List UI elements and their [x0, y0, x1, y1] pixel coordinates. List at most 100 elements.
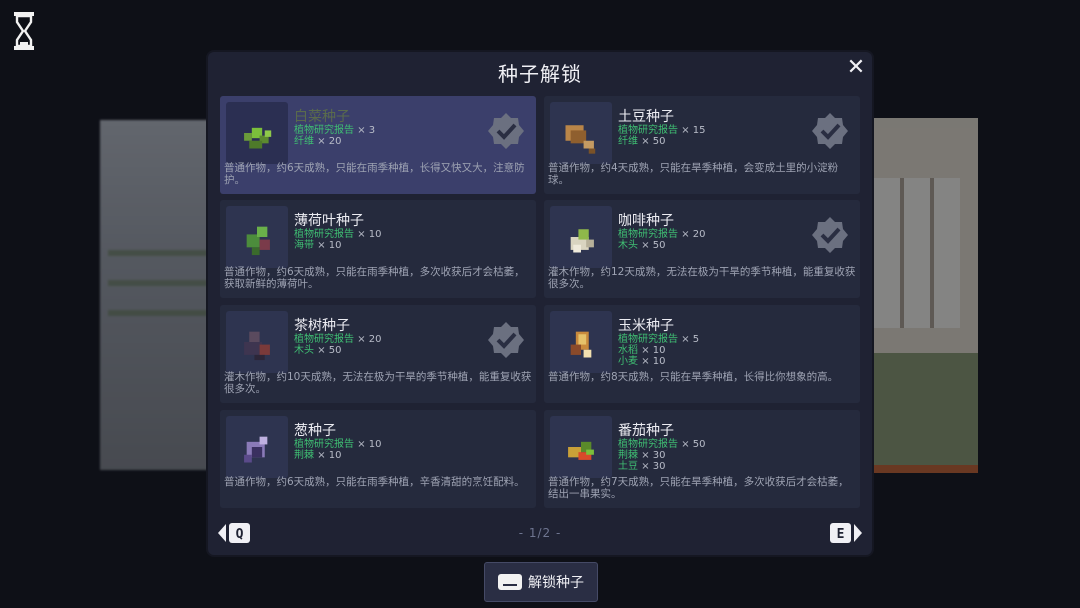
seed-card[interactable]: 薄荷叶种子 植物研究报告 × 10 海带 × 10 普通作物，约6天成熟，只能在雨季种… [220, 200, 536, 298]
requirement-quantity: × 50 [681, 439, 706, 450]
seed-description: 普通作物，约6天成熟，只能在雨季种植，多次收获后才会枯萎，获取新鲜的薄荷叶。 [224, 266, 525, 290]
seed-card[interactable]: 土豆种子 植物研究报告 × 15 纤维 × 50 普通作物，约4天成熟，只能在旱季种植… [544, 96, 860, 194]
requirement-quantity: × 10 [317, 450, 342, 461]
requirement-line: 纤维 × 20 [294, 136, 341, 147]
requirement-line: 植物研究报告 × 20 [294, 334, 381, 345]
scallion-seed-icon [226, 416, 288, 478]
requirement-line: 植物研究报告 × 20 [618, 229, 705, 240]
requirement-line: 植物研究报告 × 15 [618, 125, 705, 136]
requirement-quantity: × 5 [681, 334, 700, 345]
seed-name: 土豆种子 [618, 109, 674, 125]
seed-card[interactable]: 茶树种子 植物研究报告 × 20 木头 × 50 灌木作物，约10天成熟，无法在极为干… [220, 305, 536, 403]
requirement-quantity: × 30 [641, 450, 666, 461]
requirement-line: 植物研究报告 × 3 [294, 125, 375, 136]
requirement-item: 植物研究报告 [618, 229, 678, 240]
requirement-quantity: × 20 [317, 136, 342, 147]
requirement-line: 植物研究报告 × 5 [618, 334, 699, 345]
requirement-item: 荆棘 [618, 450, 638, 461]
requirement-quantity: × 10 [641, 345, 666, 356]
hourglass-icon [14, 12, 34, 50]
requirement-item: 纤维 [618, 136, 638, 147]
seed-description: 灌木作物，约12天成熟，无法在极为干旱的季节种植，能重复收获很多次。 [548, 266, 856, 290]
requirement-line: 植物研究报告 × 50 [618, 439, 705, 450]
requirement-quantity: × 50 [641, 240, 666, 251]
background-scene-right [860, 118, 978, 473]
requirement-line: 海带 × 10 [294, 240, 341, 251]
unlocked-check-icon [812, 217, 848, 253]
requirement-quantity: × 20 [357, 334, 382, 345]
requirement-line: 木头 × 50 [294, 345, 341, 356]
seed-card[interactable]: 咖啡种子 植物研究报告 × 20 木头 × 50 灌木作物，约12天成熟，无法在极为干… [544, 200, 860, 298]
requirement-item: 木头 [618, 240, 638, 251]
seed-card[interactable]: 番茄种子 植物研究报告 × 50 荆棘 × 30 土豆 × 30 普通作物，约7天成熟，… [544, 410, 860, 508]
close-icon[interactable]: ✕ [846, 57, 866, 79]
requirement-item: 土豆 [618, 461, 638, 472]
requirement-quantity: × 15 [681, 125, 706, 136]
seed-name: 葱种子 [294, 423, 336, 439]
requirement-item: 植物研究报告 [618, 334, 678, 345]
requirement-line: 水稻 × 10 [618, 345, 665, 356]
requirement-line: 植物研究报告 × 10 [294, 439, 381, 450]
cabbage-seed-icon [226, 102, 288, 164]
seed-description: 普通作物，约6天成熟，只能在雨季种植，辛香清甜的烹饪配料。 [224, 476, 525, 488]
seed-name: 薄荷叶种子 [294, 213, 364, 229]
next-key-label: E [837, 527, 845, 542]
background-scene-left [100, 120, 225, 470]
requirement-line: 荆棘 × 10 [294, 450, 341, 461]
requirement-line: 土豆 × 30 [618, 461, 665, 472]
requirement-quantity: × 10 [317, 240, 342, 251]
requirement-item: 植物研究报告 [294, 229, 354, 240]
seed-card[interactable]: 玉米种子 植物研究报告 × 5 水稻 × 10 小麦 × 10 普通作物，约8天成熟，只… [544, 305, 860, 403]
unlock-seed-button[interactable]: 解锁种子 [484, 562, 598, 602]
requirement-item: 植物研究报告 [294, 334, 354, 345]
seed-description: 普通作物，约6天成熟，只能在雨季种植，长得又快又大，注意防护。 [224, 162, 525, 186]
page-indicator: - 1/2 - [518, 526, 562, 540]
requirement-line: 纤维 × 50 [618, 136, 665, 147]
seed-description: 灌木作物，约10天成熟，无法在极为干旱的季节种植，能重复收获很多次。 [224, 371, 532, 395]
seed-description: 普通作物，约4天成熟，只能在旱季种植，会变成土里的小淀粉球。 [548, 162, 839, 186]
tea-seed-icon [226, 311, 288, 373]
requirement-quantity: × 3 [357, 125, 376, 136]
coffee-seed-icon [550, 206, 612, 268]
requirement-quantity: × 30 [641, 461, 666, 472]
requirement-quantity: × 10 [357, 439, 382, 450]
seed-name: 茶树种子 [294, 318, 350, 334]
seed-description: 普通作物，约7天成熟，只能在旱季种植，多次收获后才会枯萎，结出一串果实。 [548, 476, 849, 500]
requirement-quantity: × 10 [357, 229, 382, 240]
potato-seed-icon [550, 102, 612, 164]
requirement-line: 荆棘 × 30 [618, 450, 665, 461]
unlock-seed-label: 解锁种子 [528, 575, 584, 591]
unlocked-check-icon [488, 322, 524, 358]
requirement-quantity: × 10 [641, 356, 666, 367]
requirement-line: 植物研究报告 × 10 [294, 229, 381, 240]
corn-seed-icon [550, 311, 612, 373]
requirement-item: 植物研究报告 [294, 439, 354, 450]
requirement-item: 植物研究报告 [294, 125, 354, 136]
requirement-line: 木头 × 50 [618, 240, 665, 251]
requirement-item: 水稻 [618, 345, 638, 356]
seed-name: 番茄种子 [618, 423, 674, 439]
unlocked-check-icon [488, 113, 524, 149]
spacebar-key-icon [498, 574, 522, 590]
seed-name: 玉米种子 [618, 318, 674, 334]
tomato-seed-icon [550, 416, 612, 478]
seed-name: 咖啡种子 [618, 213, 674, 229]
seed-card[interactable]: 葱种子 植物研究报告 × 10 荆棘 × 10 普通作物，约6天成熟，只能在雨季种植，… [220, 410, 536, 508]
requirement-item: 荆棘 [294, 450, 314, 461]
requirement-quantity: × 50 [317, 345, 342, 356]
unlocked-check-icon [812, 113, 848, 149]
requirement-item: 海带 [294, 240, 314, 251]
requirement-item: 纤维 [294, 136, 314, 147]
requirement-quantity: × 50 [641, 136, 666, 147]
seed-name: 白菜种子 [294, 109, 350, 125]
requirement-line: 小麦 × 10 [618, 356, 665, 367]
requirement-item: 小麦 [618, 356, 638, 367]
requirement-quantity: × 20 [681, 229, 706, 240]
next-page-button[interactable]: E [828, 520, 864, 546]
seed-card[interactable]: 白菜种子 植物研究报告 × 3 纤维 × 20 普通作物，约6天成熟，只能在雨季种植，… [220, 96, 536, 194]
requirement-item: 植物研究报告 [618, 439, 678, 450]
dialog-title: 种子解锁 [498, 62, 582, 86]
requirement-item: 木头 [294, 345, 314, 356]
seed-description: 普通作物，约8天成熟，只能在旱季种植，长得比你想象的高。 [548, 371, 839, 383]
mint-seed-icon [226, 206, 288, 268]
